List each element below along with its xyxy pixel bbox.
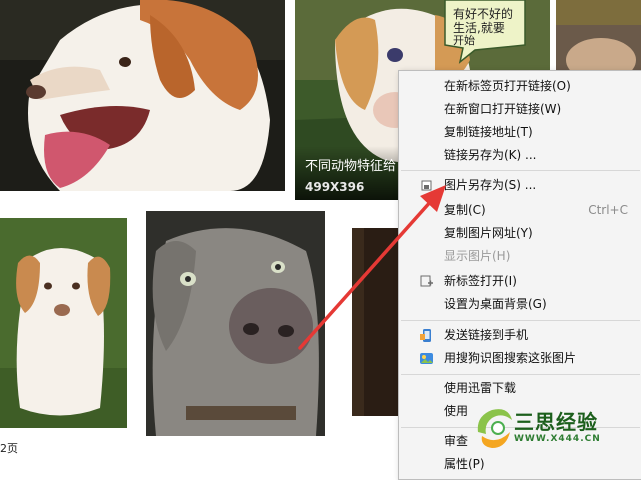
watermark-logo-icon <box>477 409 512 448</box>
menu-item-label: 审查 <box>444 434 469 448</box>
save-image-icon <box>419 178 434 193</box>
menu-item-label: 链接另存为(K) ... <box>444 148 537 162</box>
menu-thunder-download[interactable]: 使用迅雷下载 <box>399 377 641 400</box>
menu-item-label: 用搜狗识图搜索这张图片 <box>444 351 577 365</box>
image-search-icon <box>419 351 434 366</box>
menu-separator <box>401 170 640 171</box>
phone-icon <box>419 328 434 343</box>
menu-item-label: 使用迅雷下载 <box>444 381 517 395</box>
weimaraner-illustration <box>146 211 325 436</box>
partial-dog-illustration <box>556 0 641 70</box>
menu-show-image[interactable]: 显示图片(H) <box>399 245 641 268</box>
dark-photo-illustration <box>352 228 402 416</box>
watermark-text: 三思经验 <box>514 410 598 434</box>
menu-open-in-new-tab[interactable]: 新标签打开(I) <box>399 270 641 293</box>
menu-set-desktop-background[interactable]: 设置为桌面背景(G) <box>399 293 641 316</box>
svg-text:开始: 开始 <box>453 33 475 47</box>
new-tab-icon <box>419 274 434 289</box>
menu-item-label: 设置为桌面背景(G) <box>444 297 547 311</box>
pagination-fragment[interactable]: 2页 <box>0 440 18 456</box>
menu-item-label: 使用 <box>444 404 469 418</box>
svg-text:有好不好的: 有好不好的 <box>453 6 513 21</box>
menu-sogou-image-search[interactable]: 用搜狗识图搜索这张图片 <box>399 347 641 370</box>
watermark-url: WWW.X444.CN <box>514 434 601 444</box>
menu-item-label: 新标签打开(I) <box>444 274 517 288</box>
menu-item-shortcut: Ctrl+C <box>588 203 628 217</box>
menu-save-image-as[interactable]: 图片另存为(S) ... <box>399 174 641 197</box>
menu-copy-image-url[interactable]: 复制图片网址(Y) <box>399 222 641 245</box>
svg-text:生活,就要: 生活,就要 <box>453 21 505 35</box>
menu-item-label: 发送链接到手机 <box>444 328 529 342</box>
image-spaniel-puppy[interactable] <box>0 218 127 428</box>
menu-separator <box>401 374 640 375</box>
image-caption-size: 499X396 <box>305 180 365 194</box>
menu-save-link-as[interactable]: 链接另存为(K) ... <box>399 144 641 167</box>
menu-copy[interactable]: 复制(C) Ctrl+C <box>399 199 641 222</box>
beagle-tongue-illustration <box>0 0 285 191</box>
menu-item-label: 在新标签页打开链接(O) <box>444 79 571 93</box>
menu-item-label: 显示图片(H) <box>444 249 511 263</box>
menu-item-label: 图片另存为(S) ... <box>444 178 537 192</box>
menu-item-label: 复制图片网址(Y) <box>444 226 533 240</box>
menu-copy-link[interactable]: 复制链接地址(T) <box>399 121 641 144</box>
menu-open-new-window[interactable]: 在新窗口打开链接(W) <box>399 98 641 121</box>
spaniel-puppy-illustration <box>0 218 127 428</box>
image-dark-partial[interactable] <box>352 228 402 416</box>
image-weimaraner[interactable] <box>146 211 325 436</box>
menu-send-link-to-phone[interactable]: 发送链接到手机 <box>399 324 641 347</box>
image-beagle-tongue[interactable] <box>0 0 285 191</box>
menu-open-new-tab[interactable]: 在新标签页打开链接(O) <box>399 75 641 98</box>
menu-separator <box>401 320 640 321</box>
watermark: 三思经验 WWW.X444.CN <box>472 400 622 460</box>
image-partial-top-right[interactable] <box>556 0 641 70</box>
menu-item-label: 复制(C) <box>444 203 486 217</box>
image-caption-title: 不同动物特征给 <box>305 159 397 174</box>
menu-item-label: 在新窗口打开链接(W) <box>444 102 562 116</box>
menu-item-label: 复制链接地址(T) <box>444 125 533 139</box>
